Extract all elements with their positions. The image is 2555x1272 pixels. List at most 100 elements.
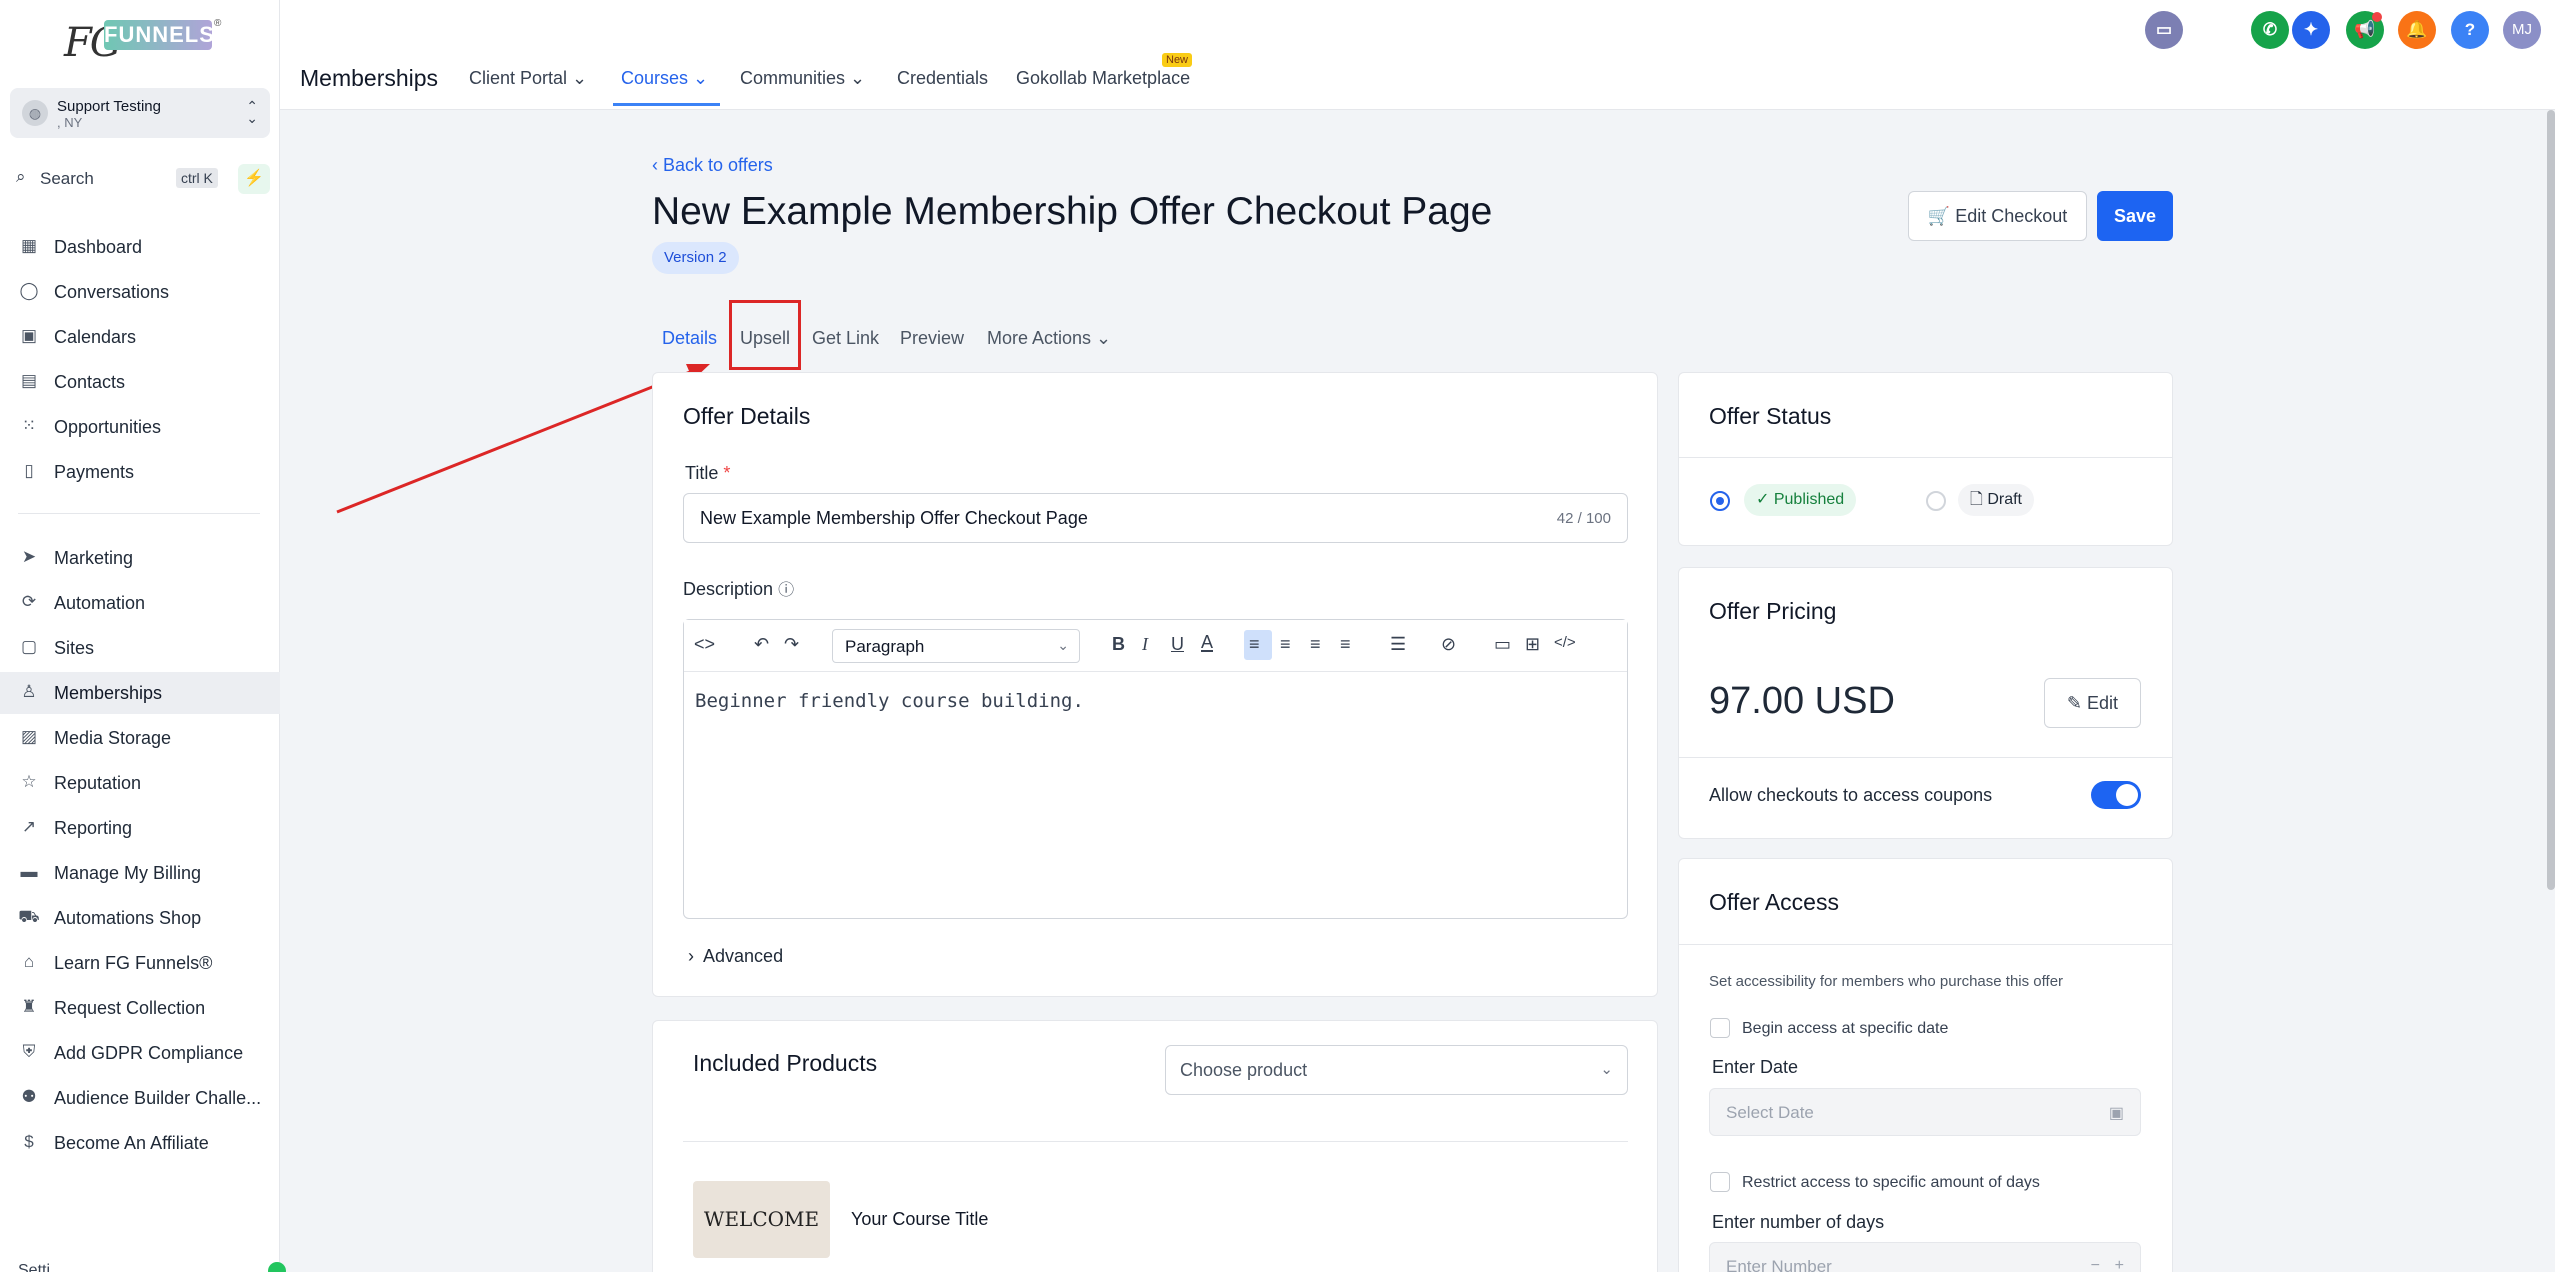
- date-input[interactable]: Select Date ▣: [1709, 1088, 2141, 1136]
- restrict-days-checkbox[interactable]: [1710, 1172, 1730, 1192]
- sidebar-item-audience-builder[interactable]: ⚉ Audience Builder Challe...: [0, 1077, 280, 1119]
- link-icon[interactable]: ⊘: [1441, 634, 1456, 655]
- help-icon[interactable]: ?: [2451, 11, 2489, 49]
- edit-price-label: Edit: [2087, 693, 2119, 713]
- advanced-toggle[interactable]: › Advanced: [688, 946, 783, 967]
- sidebar-item-learn-fg-funnels[interactable]: ⌂ Learn FG Funnels®: [0, 942, 280, 984]
- required-mark: *: [723, 463, 731, 483]
- sidebar-item-conversations[interactable]: ◯ Conversations: [0, 271, 280, 313]
- sidebar-item-marketing[interactable]: ➤ Marketing: [0, 537, 280, 579]
- align-left-icon[interactable]: ≡: [1249, 634, 1260, 655]
- bullet-list-icon[interactable]: ☰: [1390, 634, 1406, 655]
- edit-checkout-button[interactable]: 🛒 Edit Checkout: [1908, 191, 2087, 241]
- underline-icon[interactable]: U: [1171, 634, 1184, 655]
- days-placeholder: Enter Number: [1726, 1257, 1832, 1272]
- published-radio[interactable]: [1710, 491, 1730, 511]
- plus-icon[interactable]: +: [2115, 1257, 2124, 1272]
- edit-price-button[interactable]: ✎ Edit: [2044, 678, 2141, 728]
- save-button[interactable]: Save: [2097, 191, 2173, 241]
- tab-gokollab-marketplace[interactable]: Gokollab Marketplace: [1016, 68, 1190, 89]
- sidebar-item-label: Media Storage: [54, 728, 172, 748]
- table-icon[interactable]: ⊞: [1525, 634, 1540, 655]
- restrict-days-label: Restrict access to specific amount of da…: [1742, 1174, 2040, 1191]
- dollar-icon: $: [24, 1132, 34, 1151]
- sidebar-item-reputation[interactable]: ☆ Reputation: [0, 762, 280, 804]
- description-editor[interactable]: <> ↶ ↷ Paragraph ⌄ B I U A ≡ ≡ ≡ ≡ ☰ ⊘ ▭…: [683, 619, 1628, 919]
- page-scrollbar[interactable]: [2547, 110, 2555, 890]
- days-input[interactable]: Enter Number − +: [1709, 1242, 2141, 1272]
- undo-icon[interactable]: ↶: [754, 634, 769, 655]
- code-view-icon[interactable]: <>: [694, 634, 715, 655]
- sidebar-item-manage-billing[interactable]: ▬ Manage My Billing: [0, 852, 280, 894]
- tab-credentials[interactable]: Credentials: [897, 68, 988, 89]
- sidebar-item-label: Manage My Billing: [54, 863, 202, 883]
- paragraph-select-value: Paragraph: [845, 637, 925, 656]
- sidebar-item-dashboard[interactable]: ▦ Dashboard: [0, 226, 280, 268]
- minus-icon[interactable]: −: [2091, 1257, 2100, 1272]
- text-color-icon[interactable]: A: [1201, 633, 1214, 652]
- megaphone-icon[interactable]: 📢: [2346, 11, 2384, 49]
- fg-funnels-logo[interactable]: FG FUNNELS ®: [60, 18, 221, 70]
- align-center-icon[interactable]: ≡: [1280, 634, 1291, 655]
- sidebar-item-settings[interactable]: Setti: [18, 1262, 50, 1272]
- align-right-icon[interactable]: ≡: [1310, 634, 1321, 655]
- chat-widget-icon[interactable]: ▭: [2145, 11, 2183, 49]
- sidebar-item-automations-shop[interactable]: ⛟ Automations Shop: [0, 897, 280, 939]
- sidebar-search[interactable]: ⌕ Search ctrl K: [14, 164, 224, 192]
- user-avatar[interactable]: MJ: [2503, 11, 2541, 49]
- users-icon: ⚉: [21, 1087, 37, 1106]
- align-justify-icon[interactable]: ≡: [1340, 634, 1351, 655]
- sidebar-item-request-collection[interactable]: ♜ Request Collection: [0, 987, 280, 1029]
- chat-icon: ◯: [19, 281, 39, 300]
- account-location: , NY: [57, 115, 83, 130]
- account-switcher[interactable]: ◍ Support Testing , NY ⌃ ⌄: [10, 88, 270, 138]
- ai-sparkle-icon[interactable]: ✦: [2292, 11, 2330, 49]
- coupons-toggle[interactable]: [2091, 781, 2141, 809]
- paragraph-format-select[interactable]: Paragraph ⌄: [832, 629, 1080, 663]
- title-input[interactable]: New Example Membership Offer Checkout Pa…: [683, 493, 1628, 543]
- included-products-heading: Included Products: [693, 1050, 878, 1076]
- begin-access-checkbox[interactable]: [1710, 1018, 1730, 1038]
- graduation-icon: ⌂: [23, 952, 35, 971]
- sidebar: FG FUNNELS ® ◍ Support Testing , NY ⌃ ⌄ ⌕…: [0, 0, 286, 1272]
- sidebar-item-gdpr[interactable]: ⛨ Add GDPR Compliance: [0, 1032, 280, 1074]
- tab-get-link[interactable]: Get Link: [812, 328, 879, 349]
- phone-icon[interactable]: ✆: [2251, 11, 2289, 49]
- sidebar-item-label: Reporting: [54, 818, 133, 838]
- back-to-offers-link[interactable]: ‹ Back to offers: [652, 155, 773, 176]
- sidebar-item-opportunities[interactable]: ⁙ Opportunities: [0, 406, 280, 448]
- quick-action-bolt-icon[interactable]: ⚡: [238, 164, 270, 194]
- tab-more-actions[interactable]: More Actions ⌄: [987, 328, 1111, 349]
- sidebar-item-payments[interactable]: ▯ Payments: [0, 451, 280, 493]
- tab-details[interactable]: Details: [662, 328, 717, 349]
- settings-notification-dot: [268, 1262, 286, 1272]
- sidebar-item-contacts[interactable]: ▤ Contacts: [0, 361, 280, 403]
- source-code-icon[interactable]: </>: [1554, 634, 1576, 651]
- redo-icon[interactable]: ↷: [784, 634, 799, 655]
- sidebar-item-automation[interactable]: ⟳ Automation: [0, 582, 280, 624]
- product-title: Your Course Title: [851, 1209, 989, 1229]
- access-divider: [1679, 944, 2172, 945]
- media-icon[interactable]: ▭: [1494, 634, 1511, 655]
- tab-communities[interactable]: Communities ⌄: [740, 68, 865, 89]
- tab-courses[interactable]: Courses ⌄: [621, 68, 708, 89]
- sidebar-item-calendars[interactable]: ▣ Calendars: [0, 316, 280, 358]
- sidebar-item-label: Calendars: [54, 327, 137, 347]
- pencil-icon: ✎: [2066, 693, 2083, 713]
- sidebar-item-sites[interactable]: ▢ Sites: [0, 627, 280, 669]
- choose-product-select[interactable]: Choose product ⌄: [1165, 1045, 1628, 1095]
- sidebar-item-reporting[interactable]: ↗ Reporting: [0, 807, 280, 849]
- sidebar-item-media-storage[interactable]: ▨ Media Storage: [0, 717, 280, 759]
- sidebar-item-label: Marketing: [54, 548, 134, 568]
- bell-icon[interactable]: 🔔: [2398, 11, 2436, 49]
- sidebar-divider: [18, 513, 260, 514]
- italic-icon[interactable]: I: [1142, 634, 1148, 655]
- chevron-down-icon: ⌄: [1057, 637, 1069, 653]
- sidebar-item-memberships[interactable]: ♙ Memberships: [0, 672, 280, 714]
- sidebar-item-affiliate[interactable]: $ Become An Affiliate: [0, 1122, 280, 1164]
- sidebar-item-label: Request Collection: [54, 998, 206, 1018]
- bold-icon[interactable]: B: [1112, 634, 1125, 655]
- tab-preview[interactable]: Preview: [900, 328, 964, 349]
- tab-client-portal[interactable]: Client Portal ⌄: [469, 68, 587, 89]
- draft-radio[interactable]: [1926, 491, 1946, 511]
